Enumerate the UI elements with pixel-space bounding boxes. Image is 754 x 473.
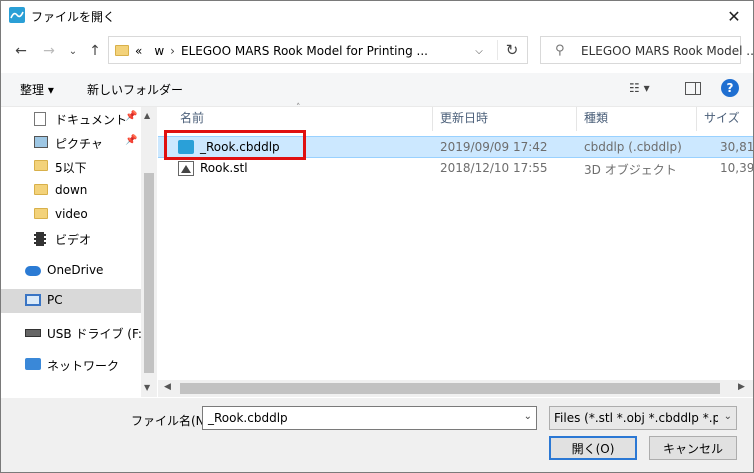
dialog-footer: ファイル名(N): _Rook.cbddlp ⌄ Files (*.stl *.… <box>1 398 753 472</box>
onedrive-icon <box>25 266 41 276</box>
file-row[interactable]: Rook.stl 2018/12/10 17:55 3D オブジェクト 10,3… <box>158 158 753 180</box>
file-name: Rook.stl <box>200 161 248 175</box>
folder-icon <box>115 45 129 56</box>
address-bar[interactable]: « w › ELEGOO MARS Rook Model for Printing .… <box>108 36 528 64</box>
scroll-left-icon[interactable]: ◀ <box>164 382 171 392</box>
usb-drive-icon <box>25 329 41 337</box>
open-button[interactable]: 開く(O) <box>549 436 637 460</box>
breadcrumb-overflow[interactable]: « <box>135 44 142 58</box>
horizontal-scrollbar[interactable]: ◀ ▶ <box>158 380 753 397</box>
sidebar-item-5ika[interactable]: 5以下 <box>1 155 141 179</box>
scrollbar-thumb[interactable] <box>180 383 720 394</box>
sidebar-item-label: ネットワーク <box>47 359 120 373</box>
filename-field[interactable]: _Rook.cbddlp ⌄ <box>202 406 537 430</box>
navigation-pane: ドキュメント 📌 ピクチャ 📌 5以下 down video ビデオ OneDr… <box>1 107 157 397</box>
sidebar-item-pc[interactable]: PC <box>1 289 141 313</box>
scrollbar-thumb[interactable] <box>144 173 154 373</box>
chevron-down-icon[interactable]: ⌄ <box>524 411 532 422</box>
search-placeholder: ELEGOO MARS Rook Model ... <box>581 44 754 58</box>
sidebar-item-usb-drive[interactable]: USB ドライブ (F:) <box>1 321 147 345</box>
organize-menu[interactable]: 整理 ▾ <box>20 81 54 98</box>
sidebar-item-pictures[interactable]: ピクチャ 📌 <box>1 131 141 155</box>
file-type-select[interactable]: Files (*.stl *.obj *.cbddlp *.photon ⌄ <box>549 406 737 430</box>
chevron-down-icon[interactable]: ⌵ <box>467 43 491 59</box>
folder-icon <box>34 184 48 195</box>
command-bar: 整理 ▾ 新しいフォルダー ☷ ▾ ? <box>1 73 753 107</box>
sidebar-item-label: PC <box>47 293 63 307</box>
network-icon <box>25 358 41 370</box>
search-input[interactable]: ⚲ ELEGOO MARS Rook Model ... <box>540 36 753 64</box>
sidebar-item-network[interactable]: ネットワーク <box>1 353 141 377</box>
recent-locations-button[interactable]: ⌄ <box>63 39 83 63</box>
close-button[interactable]: ✕ <box>717 2 751 30</box>
refresh-button[interactable]: ↻ <box>497 40 526 60</box>
sidebar-item-label: video <box>55 207 88 221</box>
up-button[interactable]: ↑ <box>85 39 105 63</box>
column-header-size[interactable]: サイズ <box>704 109 740 126</box>
sidebar-item-onedrive[interactable]: OneDrive <box>1 259 141 283</box>
new-folder-button[interactable]: 新しいフォルダー <box>87 81 183 98</box>
document-icon <box>34 112 46 126</box>
search-icon: ⚲ <box>555 43 565 58</box>
file-date: 2019/09/09 17:42 <box>440 140 548 154</box>
pictures-icon <box>34 136 48 148</box>
column-header-name[interactable]: 名前 <box>180 109 204 126</box>
sidebar-item-videos[interactable]: ビデオ <box>1 227 141 251</box>
open-file-dialog: ファイルを開く ✕ ← → ⌄ ↑ « w › ELEGOO MARS Rook Mo… <box>0 0 754 473</box>
selection-highlight-annotation <box>164 130 306 160</box>
videos-icon <box>34 232 46 246</box>
navigation-scrollbar[interactable]: ▲ ▼ <box>141 107 157 397</box>
sort-ascending-icon: ˄ <box>296 103 301 113</box>
chevron-down-icon[interactable]: ⌄ <box>724 411 732 422</box>
file-size: 30,817 <box>720 140 754 154</box>
breadcrumb-separator: › <box>170 44 175 58</box>
pin-icon: 📌 <box>125 135 138 146</box>
column-divider[interactable] <box>696 107 697 131</box>
title-bar: ファイルを開く ✕ <box>1 1 753 31</box>
sidebar-item-label: 5以下 <box>55 161 87 175</box>
forward-button[interactable]: → <box>39 39 59 63</box>
column-divider[interactable] <box>576 107 577 131</box>
sidebar-item-label: USB ドライブ (F:) <box>47 327 147 341</box>
pc-icon <box>25 294 41 306</box>
file-type-value: Files (*.stl *.obj *.cbddlp *.photon <box>554 411 718 425</box>
pin-icon: 📌 <box>125 111 138 122</box>
filename-value: _Rook.cbddlp <box>208 411 288 425</box>
column-divider[interactable] <box>432 107 433 131</box>
preview-pane-icon[interactable] <box>685 82 701 95</box>
sidebar-item-label: ピクチャ <box>55 137 103 151</box>
file-size: 10,393 <box>720 161 754 175</box>
window-title: ファイルを開く <box>31 10 116 24</box>
scroll-down-icon[interactable]: ▼ <box>144 383 150 392</box>
sidebar-item-label: down <box>55 183 88 197</box>
sidebar-item-documents[interactable]: ドキュメント 📌 <box>1 107 141 131</box>
stl-file-icon <box>178 161 194 176</box>
sidebar-item-video[interactable]: video <box>1 203 141 227</box>
breadcrumb: « w › ELEGOO MARS Rook Model for Printing .… <box>135 44 428 58</box>
view-options-button[interactable]: ☷ ▾ <box>629 81 650 95</box>
cancel-button[interactable]: キャンセル <box>649 436 737 460</box>
app-icon <box>9 7 25 23</box>
folder-icon <box>34 208 48 219</box>
folder-icon <box>34 160 48 171</box>
breadcrumb-segment-w[interactable]: w <box>154 44 164 58</box>
file-type: cbddlp (.cbddlp) <box>584 140 682 154</box>
file-date: 2018/12/10 17:55 <box>440 161 548 175</box>
scroll-right-icon[interactable]: ▶ <box>738 382 745 392</box>
sidebar-item-label: OneDrive <box>47 263 104 277</box>
breadcrumb-segment-current[interactable]: ELEGOO MARS Rook Model for Printing ... <box>181 44 428 58</box>
file-type: 3D オブジェクト <box>584 163 677 177</box>
back-button[interactable]: ← <box>11 39 31 63</box>
sidebar-item-down[interactable]: down <box>1 179 141 203</box>
scroll-up-icon[interactable]: ▲ <box>144 111 150 120</box>
sidebar-item-label: ビデオ <box>55 233 92 247</box>
column-header-type[interactable]: 種類 <box>584 109 608 126</box>
help-icon[interactable]: ? <box>721 79 739 97</box>
column-header-date[interactable]: 更新日時 <box>440 109 488 126</box>
sidebar-item-label: ドキュメント <box>55 113 128 127</box>
